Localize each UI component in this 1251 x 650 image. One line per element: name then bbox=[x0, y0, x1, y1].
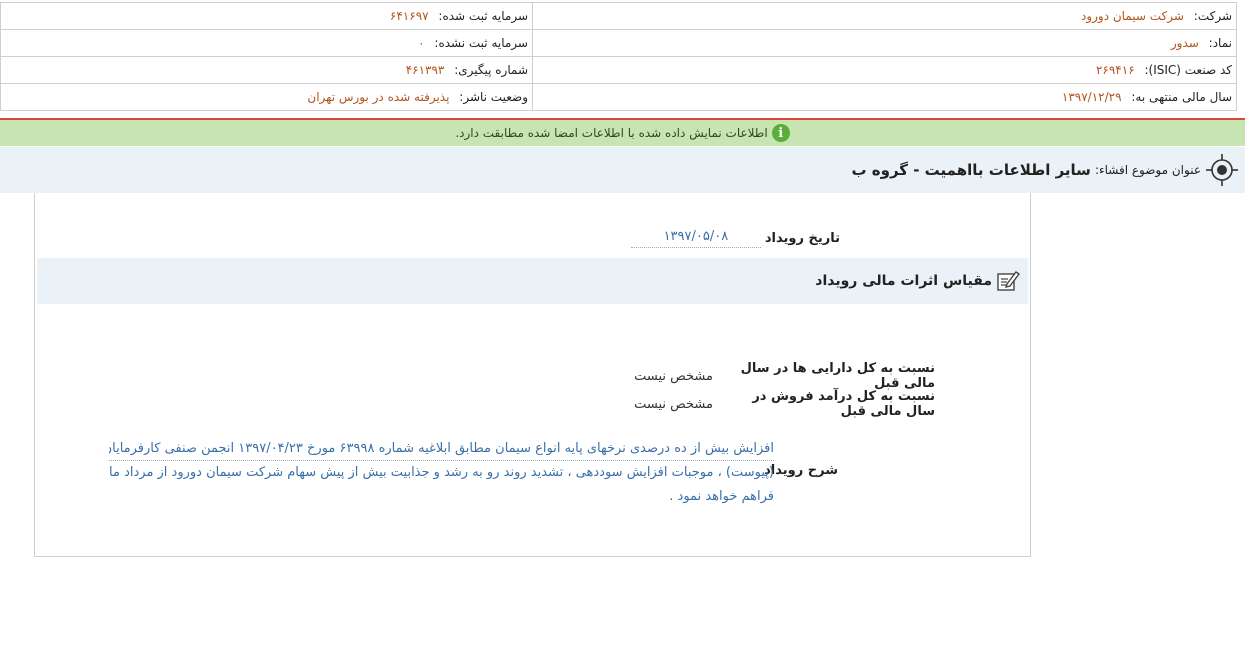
company-value: شرکت سیمان دورود bbox=[1080, 9, 1184, 23]
description-text: افزایش بیش از ده درصدی نرخهای پایه انواع… bbox=[109, 437, 774, 509]
subject-bar: عنوان موضوع افشاء: سایر اطلاعات بااهمیت … bbox=[0, 147, 1245, 193]
fiscal-year-value: ۱۳۹۷/۱۲/۲۹ bbox=[1061, 90, 1122, 104]
event-date-row: تاریخ رویداد ۱۳۹۷/۰۵/۰۸ bbox=[630, 229, 840, 248]
ratio-row: نسبت به کل دارایی ها در سال مالی قبل مشخ… bbox=[634, 361, 935, 391]
company-label: شرکت: bbox=[1193, 9, 1232, 23]
symbol-cell: نماد: سدور bbox=[532, 29, 1237, 57]
financial-section-title: مقیاس اثرات مالی رویداد bbox=[815, 273, 992, 289]
isic-cell: کد صنعت (ISIC): ۲۶۹۴۱۶ bbox=[532, 56, 1237, 84]
symbol-label: نماد: bbox=[1208, 36, 1232, 50]
unregistered-capital-label: سرمایه ثبت نشده: bbox=[434, 36, 528, 50]
info-row: کد صنعت (ISIC): ۲۶۹۴۱۶ شماره پیگیری: ۴۶۱… bbox=[0, 56, 1237, 84]
info-row: شرکت: شرکت سیمان دورود سرمایه ثبت شده: ۶… bbox=[0, 2, 1237, 30]
ratio-label: نسبت به کل دارایی ها در سال مالی قبل bbox=[740, 361, 935, 391]
info-row: نماد: سدور سرمایه ثبت نشده: ۰ bbox=[0, 29, 1237, 57]
company-info-table: شرکت: شرکت سیمان دورود سرمایه ثبت شده: ۶… bbox=[0, 2, 1237, 111]
description-line: (پیوست) ، موجبات افزایش سوددهی ، تشدید ر… bbox=[109, 465, 774, 480]
publisher-status-value: پذیرفته شده در بورس تهران bbox=[307, 90, 450, 104]
unregistered-capital-value: ۰ bbox=[418, 36, 425, 50]
info-row: سال مالی منتهی به: ۱۳۹۷/۱۲/۲۹ وضعیت ناشر… bbox=[0, 83, 1237, 111]
info-icon: i bbox=[771, 124, 790, 142]
notice-text: اطلاعات نمایش داده شده با اطلاعات امضا ش… bbox=[455, 126, 768, 140]
registered-capital-cell: سرمایه ثبت شده: ۶۴۱۶۹۷ bbox=[0, 2, 533, 30]
isic-label: کد صنعت (ISIC): bbox=[1144, 63, 1232, 77]
registered-capital-value: ۶۴۱۶۹۷ bbox=[389, 9, 429, 23]
edit-icon bbox=[997, 271, 1020, 291]
fiscal-year-cell: سال مالی منتهی به: ۱۳۹۷/۱۲/۲۹ bbox=[532, 83, 1237, 111]
ratio-value: مشخص نیست bbox=[634, 396, 713, 412]
ratio-label: نسبت به کل درآمد فروش در سال مالی قبل bbox=[752, 389, 935, 419]
ratio-row: نسبت به کل درآمد فروش در سال مالی قبل مش… bbox=[634, 389, 935, 419]
verification-notice: i اطلاعات نمایش داده شده با اطلاعات امضا… bbox=[0, 120, 1245, 146]
event-date-label: تاریخ رویداد bbox=[764, 231, 840, 246]
description-line: فراهم خواهد نمود . bbox=[669, 489, 774, 504]
tracking-value: ۴۶۱۳۹۳ bbox=[405, 63, 445, 77]
tracking-cell: شماره پیگیری: ۴۶۱۳۹۳ bbox=[0, 56, 533, 84]
fiscal-year-label: سال مالی منتهی به: bbox=[1131, 90, 1232, 104]
isic-value: ۲۶۹۴۱۶ bbox=[1095, 63, 1135, 77]
description-line: افزایش بیش از ده درصدی نرخهای پایه انواع… bbox=[109, 437, 774, 461]
ratio-value: مشخص نیست bbox=[634, 368, 713, 384]
event-date-value: ۱۳۹۷/۰۵/۰۸ bbox=[630, 229, 761, 248]
company-cell: شرکت: شرکت سیمان دورود bbox=[532, 2, 1237, 30]
subject-label: عنوان موضوع افشاء: bbox=[1094, 163, 1201, 177]
subject-title: سایر اطلاعات بااهمیت - گروه ب bbox=[851, 161, 1091, 179]
unregistered-capital-cell: سرمایه ثبت نشده: ۰ bbox=[0, 29, 533, 57]
description-label: شرح رویداد bbox=[764, 463, 838, 478]
symbol-value: سدور bbox=[1170, 36, 1199, 50]
publisher-status-cell: وضعیت ناشر: پذیرفته شده در بورس تهران bbox=[0, 83, 533, 111]
registered-capital-label: سرمایه ثبت شده: bbox=[438, 9, 528, 23]
tracking-label: شماره پیگیری: bbox=[454, 63, 528, 77]
publisher-status-label: وضعیت ناشر: bbox=[459, 90, 528, 104]
target-icon bbox=[1206, 154, 1238, 186]
event-panel: تاریخ رویداد ۱۳۹۷/۰۵/۰۸ مقیاس اثرات مالی… bbox=[34, 193, 1031, 557]
financial-section-header: مقیاس اثرات مالی رویداد bbox=[37, 258, 1028, 304]
